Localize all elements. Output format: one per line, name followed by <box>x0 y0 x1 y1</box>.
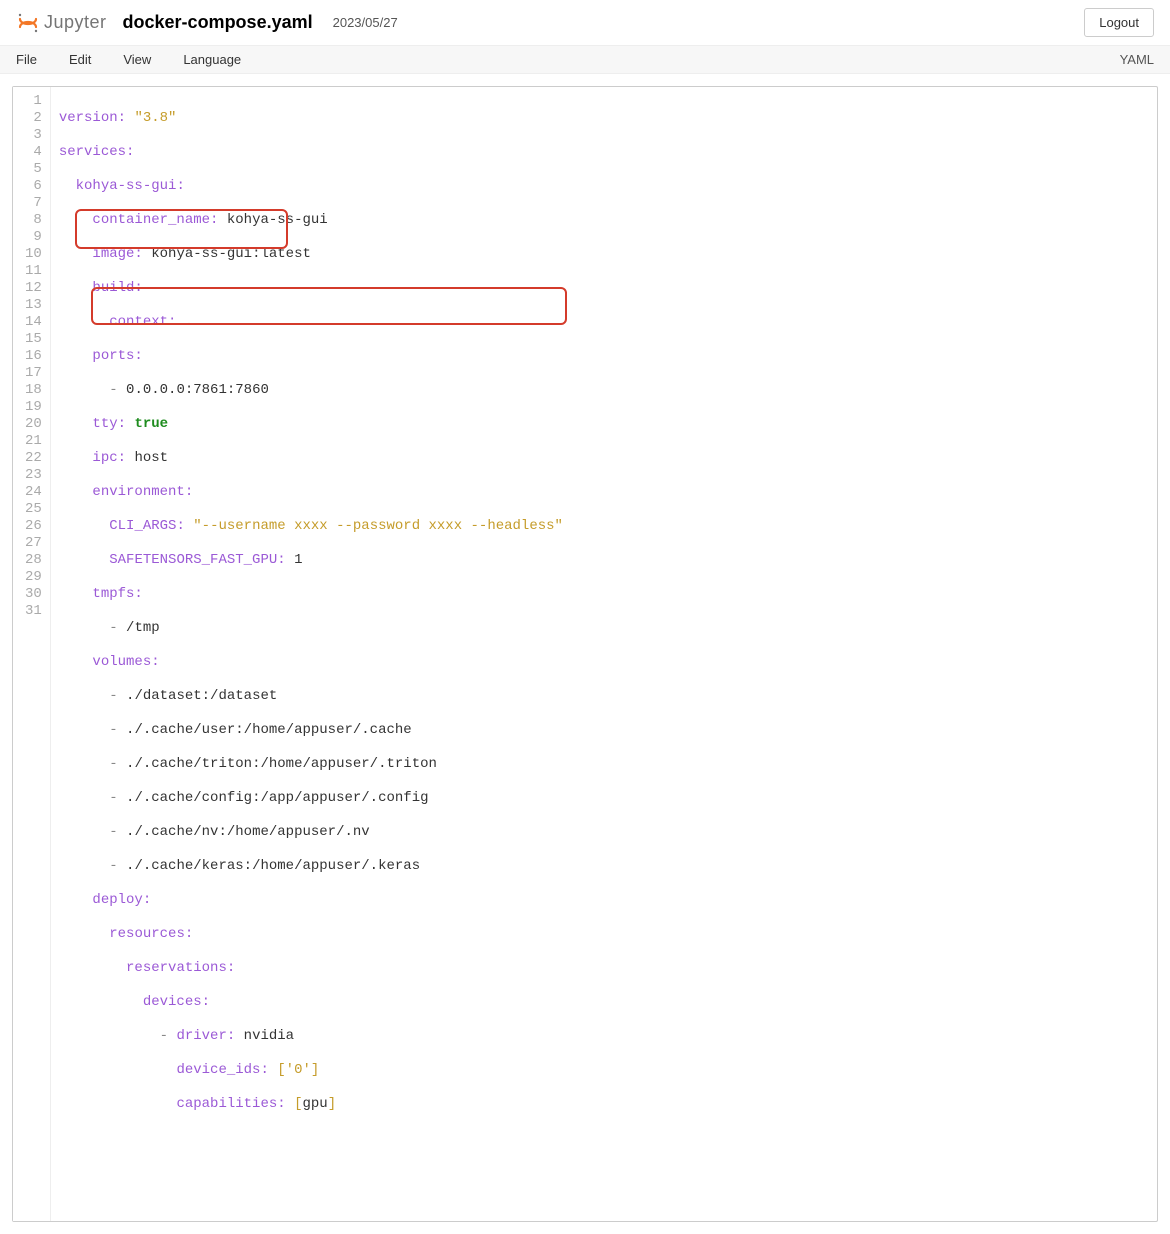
yaml-dash: - <box>109 790 117 806</box>
timestamp: 2023/05/27 <box>333 15 398 30</box>
yaml-key: devices: <box>143 994 210 1010</box>
yaml-dash: - <box>109 824 117 840</box>
yaml-value: ./.cache/triton:/home/appuser/.triton <box>126 756 437 772</box>
yaml-key: CLI_ARGS: <box>109 518 185 534</box>
yaml-value: kohya-ss-gui:latest <box>151 246 311 262</box>
yaml-value: nvidia <box>244 1028 294 1044</box>
menu-file[interactable]: File <box>16 52 37 67</box>
yaml-value: ./.cache/user:/home/appuser/.cache <box>126 722 412 738</box>
yaml-value: "--username xxxx --password xxxx --headl… <box>193 518 563 534</box>
yaml-key: build: <box>92 280 142 296</box>
yaml-value: "3.8" <box>134 110 176 126</box>
yaml-bracket: [ <box>277 1062 285 1078</box>
menu-language[interactable]: Language <box>183 52 241 67</box>
yaml-dash: - <box>109 722 117 738</box>
yaml-key: capabilities: <box>176 1096 285 1112</box>
jupyter-logo[interactable]: Jupyter <box>16 11 107 35</box>
yaml-value: ./.cache/keras:/home/appuser/.keras <box>126 858 420 874</box>
yaml-value: ./.cache/nv:/home/appuser/.nv <box>126 824 370 840</box>
yaml-bracket: ] <box>311 1062 319 1078</box>
menu-view[interactable]: View <box>123 52 151 67</box>
yaml-dash: - <box>109 620 117 636</box>
yaml-value: . <box>185 314 193 330</box>
yaml-key: tty: <box>92 416 126 432</box>
language-indicator: YAML <box>1120 52 1154 67</box>
yaml-key: ports: <box>92 348 142 364</box>
yaml-value: host <box>134 450 168 466</box>
yaml-value: kohya-ss-gui <box>227 212 328 228</box>
yaml-value: '0' <box>286 1062 311 1078</box>
menubar: File Edit View Language YAML <box>0 46 1170 74</box>
header-bar: Jupyter docker-compose.yaml 2023/05/27 L… <box>0 0 1170 46</box>
filename[interactable]: docker-compose.yaml <box>123 12 313 33</box>
yaml-key: services: <box>59 144 135 160</box>
yaml-value: 0.0.0.0:7861:7860 <box>126 382 269 398</box>
yaml-key: deploy: <box>92 892 151 908</box>
yaml-key: kohya-ss-gui: <box>76 178 185 194</box>
logout-button[interactable]: Logout <box>1084 8 1154 37</box>
yaml-key: tmpfs: <box>92 586 142 602</box>
yaml-key: container_name: <box>92 212 218 228</box>
yaml-key: ipc: <box>92 450 126 466</box>
yaml-dash: - <box>109 382 117 398</box>
yaml-dash: - <box>109 858 117 874</box>
app-name: Jupyter <box>44 12 107 33</box>
yaml-key: resources: <box>109 926 193 942</box>
yaml-dash: - <box>109 756 117 772</box>
yaml-value: true <box>134 416 168 432</box>
yaml-key: environment: <box>92 484 193 500</box>
yaml-bracket: ] <box>328 1096 336 1112</box>
yaml-bracket: [ <box>294 1096 302 1112</box>
yaml-value: ./dataset:/dataset <box>126 688 277 704</box>
yaml-key: context: <box>109 314 176 330</box>
yaml-key: SAFETENSORS_FAST_GPU: <box>109 552 285 568</box>
yaml-key: driver: <box>176 1028 235 1044</box>
yaml-key: reservations: <box>126 960 235 976</box>
yaml-key: version: <box>59 110 126 126</box>
menu-edit[interactable]: Edit <box>69 52 91 67</box>
editor[interactable]: 12345 678910 1112131415 1617181920 21222… <box>12 86 1158 1222</box>
jupyter-icon <box>16 11 40 35</box>
yaml-dash: - <box>109 688 117 704</box>
yaml-key: image: <box>92 246 142 262</box>
line-gutter: 12345 678910 1112131415 1617181920 21222… <box>13 87 51 1221</box>
yaml-key: device_ids: <box>176 1062 268 1078</box>
yaml-value: ./.cache/config:/app/appuser/.config <box>126 790 428 806</box>
yaml-dash: - <box>160 1028 168 1044</box>
yaml-key: volumes: <box>92 654 159 670</box>
yaml-value: gpu <box>302 1096 327 1112</box>
yaml-value: /tmp <box>126 620 160 636</box>
yaml-value: 1 <box>294 552 302 568</box>
code-content[interactable]: version: "3.8" services: kohya-ss-gui: c… <box>51 87 1157 1221</box>
